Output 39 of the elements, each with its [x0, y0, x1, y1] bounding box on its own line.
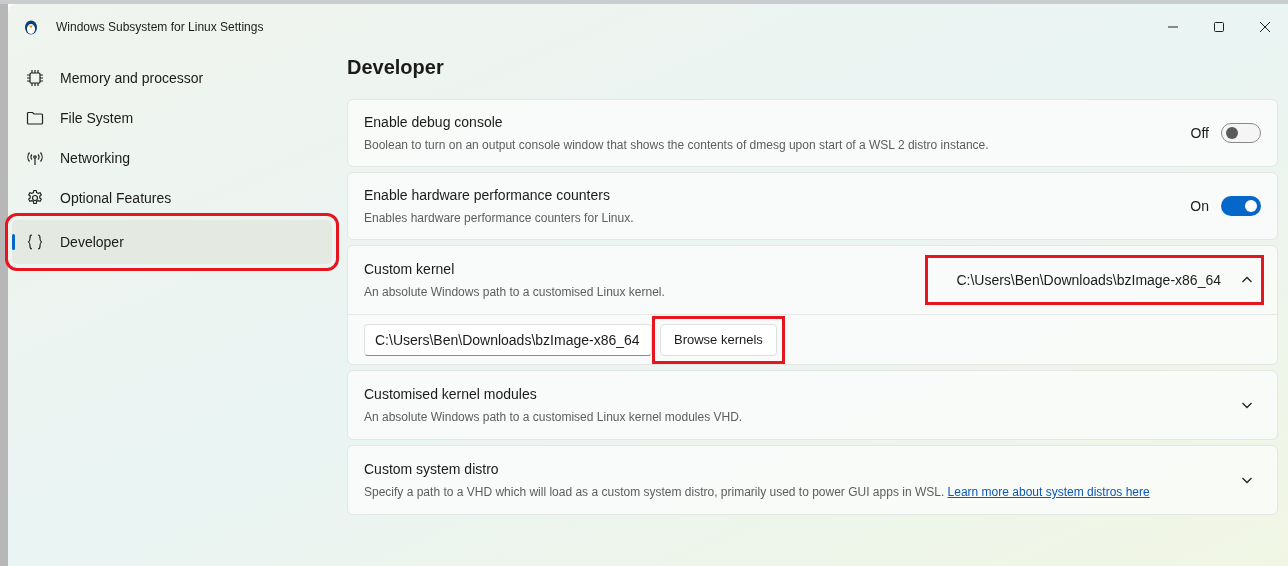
page-title: Developer — [347, 55, 445, 80]
learn-more-link[interactable]: Learn more about system distros here — [947, 485, 1150, 499]
setting-title: Custom system distro — [364, 460, 500, 479]
setting-description: Enables hardware performance counters for Linux. — [364, 210, 634, 227]
maximize-icon — [1214, 22, 1224, 32]
setting-description: Specify a path to a VHD which will load as a custom system distro, primarily used to power GUI apps in WSL. Learn more about system distros here — [364, 484, 1150, 501]
kernel-path-field[interactable]: C:\Users\Ben\Downloads\bzImage-x86_64 — [364, 323, 652, 356]
toggle-state-label: On — [1190, 196, 1209, 216]
sidebar-label: File System — [60, 108, 134, 128]
expander-button[interactable]: C:\Users\Ben\Downloads\bzImage-x86_64 — [928, 258, 1261, 302]
setting-title: Enable hardware performance counters — [364, 186, 611, 205]
kernel-path-value: C:\Users\Ben\Downloads\bzImage-x86_64 — [956, 270, 1221, 290]
braces-icon — [26, 233, 44, 251]
sidebar-label: Networking — [60, 148, 131, 168]
antenna-icon — [26, 149, 44, 167]
selection-indicator — [12, 234, 15, 250]
sidebar-item[interactable]: Optional Features — [12, 180, 332, 216]
toggle-state-label: Off — [1190, 123, 1209, 143]
sidebar-item[interactable]: Networking — [12, 140, 332, 176]
browse-kernels-button[interactable]: Browse kernels — [660, 323, 777, 356]
setting-description: An absolute Windows path to a customised Linux kernel. — [364, 284, 665, 301]
toggle-switch[interactable] — [1221, 123, 1261, 143]
setting-title: Enable debug console — [364, 113, 504, 132]
sidebar-label: Developer — [60, 232, 124, 252]
penguin-icon — [24, 19, 38, 35]
window-title: Windows Subsystem for Linux Settings — [56, 19, 264, 36]
setting-description: Boolean to turn on an output console window that shows the contents of dmesg upon start of a WSL 2 distro instance. — [364, 137, 989, 154]
sidebar-item[interactable]: Memory and processor — [12, 60, 332, 96]
setting-title: Custom kernel — [364, 260, 456, 279]
setting-description: An absolute Windows path to a customised Linux kernel modules VHD. — [364, 409, 743, 426]
toggle-switch[interactable] — [1221, 196, 1261, 216]
chip-icon — [26, 69, 44, 87]
setting-title: Customised kernel modules — [364, 385, 538, 404]
sidebar-label: Memory and processor — [60, 68, 204, 88]
folder-icon — [26, 109, 44, 127]
sidebar-item[interactable]: File System — [12, 100, 332, 136]
close-icon — [1260, 22, 1270, 32]
settings-icon — [26, 189, 44, 207]
sidebar-label: Optional Features — [60, 188, 172, 208]
